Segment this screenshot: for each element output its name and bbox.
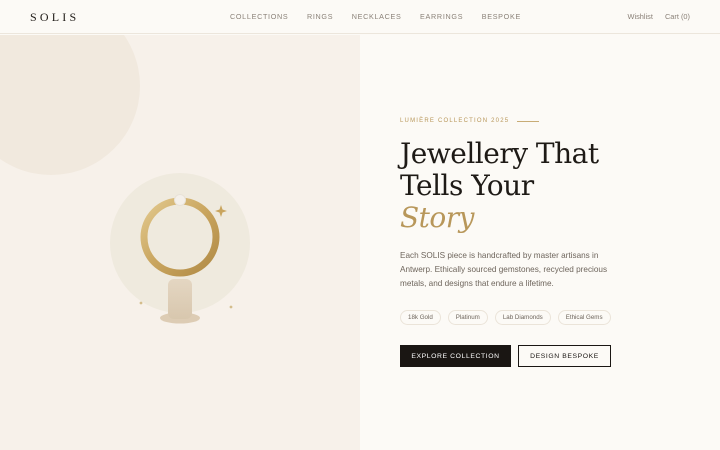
nav-necklaces[interactable]: NECKLACES [352, 12, 402, 21]
gold-ring-icon [139, 194, 233, 324]
eyebrow-label: LUMIÈRE COLLECTION 2025 [400, 118, 510, 124]
collection-eyebrow: LUMIÈRE COLLECTION 2025 [400, 118, 540, 124]
eyebrow-divider [517, 120, 540, 122]
logo[interactable]: SOLIS [30, 10, 79, 25]
nav-earrings[interactable]: EARRINGS [420, 12, 463, 21]
nav-collections[interactable]: COLLECTIONS [230, 12, 288, 21]
hero-description: Each SOLIS piece is handcrafted by maste… [400, 251, 608, 289]
tag-lab-diamonds: Lab Diamonds [494, 310, 551, 325]
hero-actions: EXPLORE COLLECTION DESIGN BESPOKE [400, 345, 611, 367]
header-actions: Wishlist Cart (0) [627, 12, 690, 21]
headline-line-2: Tells Your [400, 169, 534, 202]
design-bespoke-button[interactable]: DESIGN BESPOKE [518, 345, 611, 367]
hero-headline: Jewellery That Tells Your Story [400, 138, 599, 234]
decorative-circle [0, 35, 140, 175]
cart-link[interactable]: Cart (0) [665, 12, 690, 21]
material-tags: 18k Gold Platinum Lab Diamonds Ethical G… [400, 310, 618, 325]
nav-bespoke[interactable]: BESPOKE [482, 12, 521, 21]
nav-rings[interactable]: RINGS [307, 12, 333, 21]
wishlist-link[interactable]: Wishlist [627, 12, 652, 21]
headline-accent: Story [400, 201, 474, 234]
headline-line-1: Jewellery That [400, 137, 599, 170]
tag-platinum: Platinum [447, 310, 488, 325]
sparkle-icon [215, 205, 227, 217]
hero-visual [0, 35, 360, 450]
main-nav: COLLECTIONS RINGS NECKLACES EARRINGS BES… [230, 12, 539, 21]
tag-ethical-gems: Ethical Gems [557, 310, 611, 325]
hero-content: LUMIÈRE COLLECTION 2025 Jewellery That T… [360, 35, 720, 450]
tag-18k-gold: 18k Gold [400, 310, 441, 325]
site-header: SOLIS COLLECTIONS RINGS NECKLACES EARRIN… [0, 0, 720, 34]
explore-collection-button[interactable]: EXPLORE COLLECTION [400, 345, 511, 367]
